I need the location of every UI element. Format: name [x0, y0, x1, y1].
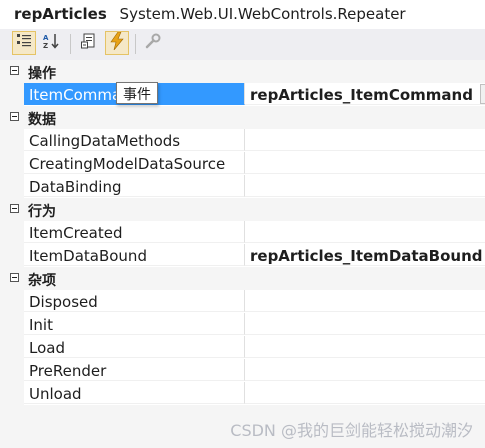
- category-row[interactable]: 操作: [0, 60, 485, 83]
- toolbar-separator: [135, 34, 136, 54]
- category-label: 杂项: [28, 273, 56, 289]
- event-handler-value[interactable]: [245, 221, 485, 243]
- alphabetical-icon: A Z: [43, 33, 61, 53]
- event-handler-value[interactable]: [245, 359, 485, 381]
- event-row[interactable]: CreatingModelDataSource: [0, 152, 485, 175]
- alphabetical-button[interactable]: A Z: [40, 31, 64, 55]
- svg-text:Z: Z: [43, 42, 48, 49]
- object-selector[interactable]: repArticles System.Web.UI.WebControls.Re…: [0, 0, 485, 29]
- row-gutter: [0, 83, 24, 106]
- events-button[interactable]: [105, 31, 129, 55]
- collapse-icon[interactable]: [10, 204, 19, 213]
- object-type: System.Web.UI.WebControls.Repeater: [119, 5, 406, 23]
- event-name[interactable]: Init: [24, 313, 245, 335]
- property-pages-button[interactable]: [141, 31, 165, 55]
- event-handler-value[interactable]: [245, 290, 485, 312]
- row-gutter: [0, 313, 24, 336]
- property-grid: 操作 ItemCommand repArticles_ItemCommand 数据 Ca…: [0, 60, 485, 405]
- event-row[interactable]: Load: [0, 336, 485, 359]
- event-handler-value[interactable]: repArticles_ItemCommand: [245, 83, 485, 105]
- event-row[interactable]: ItemDataBound repArticles_ItemDataBound: [0, 244, 485, 267]
- property-pages-icon: [145, 33, 161, 53]
- row-gutter: [0, 290, 24, 313]
- event-handler-value[interactable]: [245, 382, 485, 404]
- dropdown-button[interactable]: [480, 84, 485, 104]
- event-name[interactable]: PreRender: [24, 359, 245, 381]
- event-name[interactable]: Disposed: [24, 290, 245, 312]
- collapse-icon[interactable]: [10, 66, 19, 75]
- collapse-icon[interactable]: [10, 273, 19, 282]
- svg-text:A: A: [43, 34, 49, 42]
- object-name: repArticles: [14, 5, 107, 23]
- event-handler-value[interactable]: [245, 313, 485, 335]
- event-name[interactable]: CallingDataMethods: [24, 129, 245, 151]
- row-gutter: [0, 244, 24, 267]
- event-row[interactable]: Disposed: [0, 290, 485, 313]
- properties-icon: [81, 33, 97, 53]
- row-gutter: [0, 175, 24, 198]
- event-name[interactable]: ItemCreated: [24, 221, 245, 243]
- event-handler-value[interactable]: repArticles_ItemDataBound: [245, 244, 485, 266]
- event-row[interactable]: CallingDataMethods: [0, 129, 485, 152]
- toolbar-separator: [70, 34, 71, 54]
- row-gutter: [0, 382, 24, 405]
- event-name[interactable]: CreatingModelDataSource: [24, 152, 245, 174]
- category-row[interactable]: 杂项: [0, 267, 485, 290]
- category-label: 数据: [28, 112, 56, 128]
- row-gutter: [0, 336, 24, 359]
- row-gutter: [0, 152, 24, 175]
- event-handler-value[interactable]: [245, 129, 485, 151]
- category-label: 操作: [28, 66, 56, 82]
- properties-button[interactable]: [77, 31, 101, 55]
- event-name[interactable]: DataBinding: [24, 175, 245, 197]
- categorized-icon: [16, 33, 32, 53]
- event-row[interactable]: DataBinding: [0, 175, 485, 198]
- events-icon: [110, 31, 124, 54]
- description-pane: CSDN @我的巨剑能轻松搅动潮汐: [0, 405, 485, 448]
- events-tooltip: 事件: [116, 82, 158, 104]
- event-name[interactable]: Unload: [24, 382, 245, 404]
- event-row[interactable]: Init: [0, 313, 485, 336]
- category-row[interactable]: 数据: [0, 106, 485, 129]
- event-handler-value[interactable]: [245, 175, 485, 197]
- event-row[interactable]: Unload: [0, 382, 485, 405]
- event-name[interactable]: Load: [24, 336, 245, 358]
- collapse-icon[interactable]: [10, 112, 19, 121]
- event-name[interactable]: ItemDataBound: [24, 244, 245, 266]
- category-row[interactable]: 行为: [0, 198, 485, 221]
- row-gutter: [0, 359, 24, 382]
- categorized-button[interactable]: [12, 31, 36, 55]
- row-gutter: [0, 129, 24, 152]
- category-label: 行为: [28, 204, 56, 220]
- properties-toolbar: A Z: [0, 29, 485, 61]
- event-handler-value[interactable]: [245, 152, 485, 174]
- event-row[interactable]: ItemCommand repArticles_ItemCommand: [0, 83, 485, 106]
- event-row[interactable]: PreRender: [0, 359, 485, 382]
- event-row[interactable]: ItemCreated: [0, 221, 485, 244]
- watermark: CSDN @我的巨剑能轻松搅动潮汐: [230, 421, 473, 440]
- row-gutter: [0, 221, 24, 244]
- event-handler-value[interactable]: [245, 336, 485, 358]
